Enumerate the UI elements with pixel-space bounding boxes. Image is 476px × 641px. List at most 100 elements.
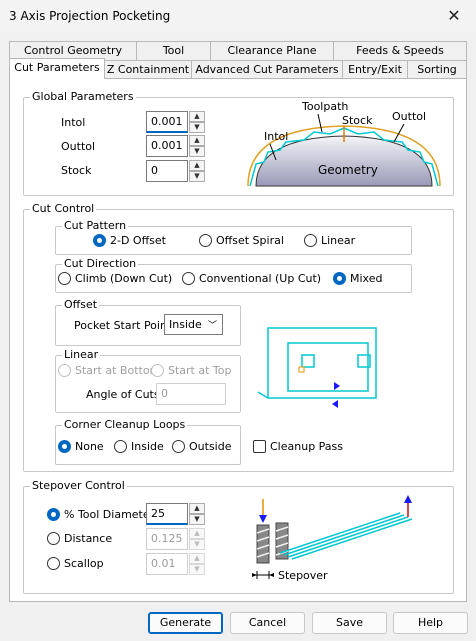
intol-spinner: 0.001 ▲ ▼ <box>146 111 206 133</box>
radio-tool-diameter[interactable]: % Tool Diameter <box>47 508 154 521</box>
scallop-arrows: ▲ ▼ <box>189 553 205 575</box>
spin-up-icon[interactable]: ▲ <box>189 553 205 564</box>
spin-down-icon[interactable]: ▼ <box>189 146 205 157</box>
tab-cut-parameters[interactable]: Cut Parameters <box>9 58 105 79</box>
outtol-arrows: ▲ ▼ <box>189 135 205 157</box>
intol-label: Intol <box>61 116 86 129</box>
radio-label: Inside <box>131 440 164 453</box>
radio-selected-icon <box>58 440 71 453</box>
pocket-start-dropdown[interactable]: Inside ﹀ <box>164 314 223 335</box>
intol-input[interactable]: 0.001 <box>146 111 188 133</box>
stepover-control-group: Stepover Control % Tool Diameter 25 ▲ ▼ D… <box>23 479 454 594</box>
radio-corner-none[interactable]: None <box>58 440 104 453</box>
corner-cleanup-group: Corner Cleanup Loops None Inside Outside <box>55 418 241 465</box>
help-button[interactable]: Help <box>393 612 468 634</box>
spin-down-icon[interactable]: ▼ <box>189 564 205 575</box>
checkbox-icon <box>253 440 266 453</box>
linear-title: Linear <box>62 348 101 361</box>
cut-control-group: Cut Control Cut Pattern 2-D Offset Offse… <box>23 202 454 472</box>
offset-group: Offset Pocket Start Point Inside ﹀ <box>55 298 241 346</box>
global-parameters-group: Global Parameters Intol 0.001 ▲ ▼ Outtol … <box>23 90 454 196</box>
radio-mixed[interactable]: Mixed <box>333 272 382 285</box>
save-button[interactable]: Save <box>312 612 387 634</box>
radio-label: Outside <box>189 440 232 453</box>
spin-up-icon[interactable]: ▲ <box>189 135 205 146</box>
scallop-input[interactable]: 0.01 <box>146 553 188 575</box>
spin-down-icon[interactable]: ▼ <box>189 122 205 133</box>
window-title: 3 Axis Projection Pocketing <box>9 9 171 23</box>
radio-2d-offset[interactable]: 2-D Offset <box>93 234 166 247</box>
stock-text: Stock <box>342 114 373 127</box>
tool-diameter-spinner: 25 ▲ ▼ <box>146 503 206 525</box>
geometry-text: Geometry <box>318 163 378 177</box>
radio-label: % Tool Diameter <box>64 508 155 521</box>
radio-icon <box>47 557 60 570</box>
radio-label: Climb (Down Cut) <box>75 272 173 285</box>
tab-feeds-speeds[interactable]: Feeds & Speeds <box>333 41 467 60</box>
tool-diameter-arrows: ▲ ▼ <box>189 503 205 525</box>
tab-clearance-plane[interactable]: Clearance Plane <box>210 41 334 60</box>
radio-linear[interactable]: Linear <box>304 234 355 247</box>
radio-icon <box>114 440 127 453</box>
spin-up-icon[interactable]: ▲ <box>189 111 205 122</box>
angle-input[interactable]: 0 <box>156 383 226 405</box>
stock-input[interactable]: 0 <box>146 160 188 182</box>
tab-advanced-cut-parameters[interactable]: Advanced Cut Parameters <box>191 60 343 79</box>
radio-distance[interactable]: Distance <box>47 532 112 545</box>
distance-input[interactable]: 0.125 <box>146 528 188 550</box>
tab-row-2: Cut Parameters Z Containment Advanced Cu… <box>9 58 467 79</box>
spin-up-icon[interactable]: ▲ <box>189 160 205 171</box>
radio-label: None <box>75 440 104 453</box>
radio-icon <box>199 234 212 247</box>
spin-up-icon[interactable]: ▲ <box>189 528 205 539</box>
radio-start-top[interactable]: Start at Top <box>151 364 231 377</box>
toolpath-text: Toolpath <box>301 102 348 113</box>
spin-down-icon[interactable]: ▼ <box>189 539 205 550</box>
radio-label: Linear <box>321 234 356 247</box>
tab-entry-exit[interactable]: Entry/Exit <box>342 60 408 79</box>
angle-label: Angle of Cuts <box>86 388 160 401</box>
radio-start-bottom[interactable]: Start at Bottom <box>58 364 160 377</box>
spin-down-icon[interactable]: ▼ <box>189 514 205 525</box>
outtol-label: Outtol <box>61 140 96 153</box>
stock-spinner: 0 ▲ ▼ <box>146 160 206 182</box>
radio-selected-icon <box>93 234 106 247</box>
stock-arrows: ▲ ▼ <box>189 160 205 182</box>
tool-diameter-input[interactable]: 25 <box>146 503 188 525</box>
outtol-input[interactable]: 0.001 <box>146 135 188 157</box>
radio-icon <box>151 364 164 377</box>
linear-group: Linear Start at Bottom Start at Top Angl… <box>55 348 241 413</box>
chevron-down-icon: ﹀ <box>207 321 217 331</box>
scallop-spinner: 0.01 ▲ ▼ <box>146 553 206 575</box>
radio-scallop[interactable]: Scallop <box>47 557 104 570</box>
distance-spinner: 0.125 ▲ ▼ <box>146 528 206 550</box>
cut-pattern-title: Cut Pattern <box>62 219 129 232</box>
close-icon[interactable]: ✕ <box>440 4 468 28</box>
radio-corner-inside[interactable]: Inside <box>114 440 164 453</box>
group-title: Global Parameters <box>30 90 136 103</box>
stepover-text: Stepover <box>278 569 328 582</box>
radio-conventional[interactable]: Conventional (Up Cut) <box>182 272 321 285</box>
radio-icon <box>182 272 195 285</box>
spin-up-icon[interactable]: ▲ <box>189 503 205 514</box>
tab-z-containment[interactable]: Z Containment <box>104 60 192 79</box>
radio-label: Distance <box>64 532 113 545</box>
pocket-start-label: Pocket Start Point <box>74 319 172 332</box>
cut-direction-group: Cut Direction Climb (Down Cut) Conventio… <box>55 257 412 293</box>
cancel-button[interactable]: Cancel <box>230 612 305 634</box>
generate-button[interactable]: Generate <box>148 612 223 634</box>
cleanup-pass-checkbox[interactable]: Cleanup Pass <box>253 440 343 453</box>
offset-title: Offset <box>62 298 100 311</box>
tab-sorting[interactable]: Sorting <box>407 60 467 79</box>
radio-offset-spiral[interactable]: Offset Spiral <box>199 234 284 247</box>
radio-icon <box>304 234 317 247</box>
spin-down-icon[interactable]: ▼ <box>189 171 205 182</box>
radio-label: Conventional (Up Cut) <box>199 272 322 285</box>
outtol-text: Outtol <box>392 110 426 123</box>
tab-tool[interactable]: Tool <box>136 41 211 60</box>
radio-climb[interactable]: Climb (Down Cut) <box>58 272 172 285</box>
stock-label: Stock <box>61 164 92 177</box>
radio-corner-outside[interactable]: Outside <box>172 440 231 453</box>
group-title: Stepover Control <box>30 479 127 492</box>
radio-icon <box>58 364 71 377</box>
